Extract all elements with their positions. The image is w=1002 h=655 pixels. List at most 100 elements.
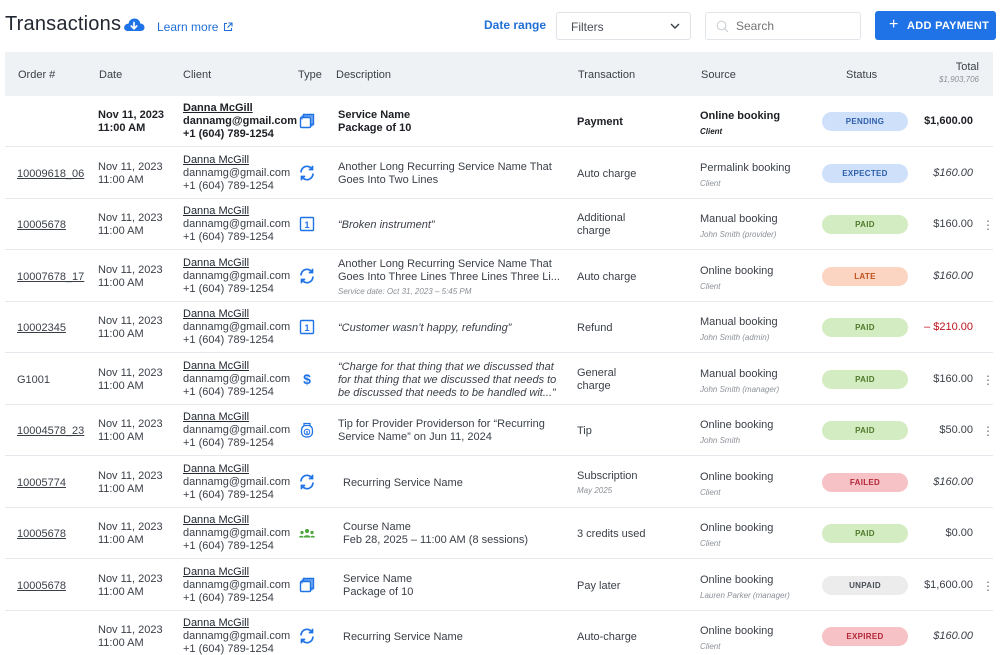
column-order[interactable]: Order # [18,69,55,81]
search-box[interactable] [705,12,861,40]
transaction-cell: Payment [577,116,667,129]
source-subtext: John Smith (provider) [700,230,777,239]
source-cell: Manual booking John Smith (provider) [700,213,820,241]
total-amount: $160.00 [933,372,973,385]
client-email: dannamg@gmail.com [183,269,291,282]
source-type: Online booking [700,470,774,483]
order-number[interactable]: 10004578_23 [17,425,84,438]
client-phone: +1 (604) 789-1254 [183,643,274,655]
client-name-link[interactable]: Danna McGill [183,205,290,218]
description-line: Tip for Provider Providerson for “Recurr… [338,418,545,430]
status-badge: PAID [822,318,908,337]
page-title: Transactions [5,13,122,35]
table-row[interactable]: 10005678 Nov 11, 2023 11:00 AM Danna McGill… [5,508,993,559]
package-icon [298,112,316,130]
cloud-download-icon[interactable] [123,16,145,34]
client-name-link[interactable]: Danna McGill [183,360,290,373]
order-number[interactable]: 10005678 [17,580,66,593]
source-type: Manual booking [700,316,778,328]
client-phone: +1 (604) 789-1254 [183,385,274,398]
table-row[interactable]: Nov 11, 2023 11:00 AM Danna McGill dannamg@… [5,96,993,147]
total-amount: $160.00 [933,166,973,179]
transaction-cell: Auto-charge [577,631,667,644]
order-number[interactable]: 10005678 [17,528,66,541]
order-number[interactable]: 10007678_17 [17,271,84,284]
client-name-link[interactable]: Danna McGill [183,411,290,424]
column-source[interactable]: Source [701,69,736,81]
add-payment-button[interactable]: + ADD PAYMENT [875,11,996,40]
source-type: Online booking [700,625,774,637]
client-name-link[interactable]: Danna McGill [183,154,290,167]
description-cell: Service Name Package of 10 [343,573,565,599]
service-date: Service date: Oct 31, 2023 – 5:45 PM [338,286,472,296]
order-number[interactable]: 10009618_06 [17,168,84,181]
client-phone: +1 (604) 789-1254 [183,540,274,552]
source-cell: Permalink booking Client [700,162,820,190]
transaction-subtext: charge [577,225,611,237]
client-name-link[interactable]: Danna McGill [183,566,290,579]
date-range-button[interactable]: Date range [484,18,546,32]
client-name-link[interactable]: Danna McGill [183,617,290,630]
client-name-link[interactable]: Danna McGill [183,463,290,476]
column-type[interactable]: Type [298,69,322,81]
date-cell: Nov 11, 2023 11:00 AM [98,109,164,135]
client-name-link[interactable]: Danna McGill [183,102,297,115]
table-row[interactable]: G1001 Nov 11, 2023 11:00 AM Danna McGill dan… [5,354,994,405]
column-status[interactable]: Status [846,69,877,81]
order-number[interactable]: G1001 [17,374,50,387]
transaction-cell: Additional charge [577,212,667,238]
table-row[interactable]: 10004578_23 Nov 11, 2023 11:00 AM Danna McG… [5,405,994,456]
total-amount: $160.00 [933,475,973,488]
column-transaction[interactable]: Transaction [578,69,635,81]
client-cell: Danna McGill dannamg@gmail.com +1 (604) 78… [183,463,290,502]
table-row[interactable]: 10005678 Nov 11, 2023 11:00 AM Danna McGill… [5,560,994,611]
table-row[interactable]: 10005678 Nov 11, 2023 11:00 AM Danna McGill… [5,199,994,250]
more-options-icon[interactable]: ⋮ [982,219,994,231]
recurring-icon [298,164,316,182]
client-name-link[interactable]: Danna McGill [183,257,290,270]
more-options-icon[interactable]: ⋮ [982,374,994,386]
transaction-cell: Pay later [577,580,667,593]
column-description[interactable]: Description [336,69,391,81]
total-amount: $160.00 [933,630,973,642]
order-number[interactable]: 10002345 [17,322,66,335]
filters-dropdown[interactable]: Filters [556,12,691,40]
column-date[interactable]: Date [99,69,122,81]
description-line: Course Name [343,521,411,533]
client-name-link[interactable]: Danna McGill [183,514,290,527]
date-cell: Nov 11, 2023 11:00 AM [98,264,163,290]
client-cell: Danna McGill dannamg@gmail.com +1 (604) 78… [183,360,290,399]
more-options-icon[interactable]: ⋮ [982,580,994,592]
table-row[interactable]: Nov 11, 2023 11:00 AM Danna McGill dannamg@… [5,611,993,655]
client-email: dannamg@gmail.com [183,630,291,642]
transaction-subtext: May 2025 [577,485,613,495]
learn-more-link[interactable]: Learn more [157,20,218,34]
order-number[interactable]: 10005678 [17,219,66,232]
table-row[interactable]: 10007678_17 Nov 11, 2023 11:00 AM Danna McG… [5,251,993,302]
date-cell: Nov 11, 2023 11:00 AM [98,470,163,496]
source-cell: Manual booking John Smith (manager) [700,368,820,396]
table-row[interactable]: 10002345 Nov 11, 2023 11:00 AM Danna McGill… [5,302,993,353]
source-cell: Online booking Client [700,471,820,499]
status-badge: FAILED [822,472,908,492]
client-email: dannamg@gmail.com [183,424,291,436]
source-subtext: Client [700,127,723,136]
description-line: Service Name” on Jun 11, 2024 [338,431,492,443]
more-options-icon[interactable]: ⋮ [982,425,994,437]
description-cell: “Charge for that thing that we discussed… [338,361,560,400]
table-row[interactable]: 10009618_06 Nov 11, 2023 11:00 AM Danna McG… [5,148,993,199]
date-cell: Nov 11, 2023 11:00 AM [98,367,163,393]
date-value: Nov 11, 2023 [98,109,165,121]
description-line: Goes Into Two Lines [338,173,439,186]
recurring-icon [298,267,316,285]
column-total[interactable]: Total $1,903,706 [939,61,979,84]
total-amount: $50.00 [939,424,973,436]
search-input[interactable] [736,19,854,33]
column-client[interactable]: Client [183,69,211,81]
search-icon [716,20,729,33]
transaction-type: Auto-charge [577,631,637,643]
order-number[interactable]: 10005774 [17,477,66,490]
date-cell: Nov 11, 2023 11:00 AM [98,212,163,238]
client-name-link[interactable]: Danna McGill [183,308,290,321]
table-row[interactable]: 10005774 Nov 11, 2023 11:00 AM Danna McGill… [5,457,993,508]
